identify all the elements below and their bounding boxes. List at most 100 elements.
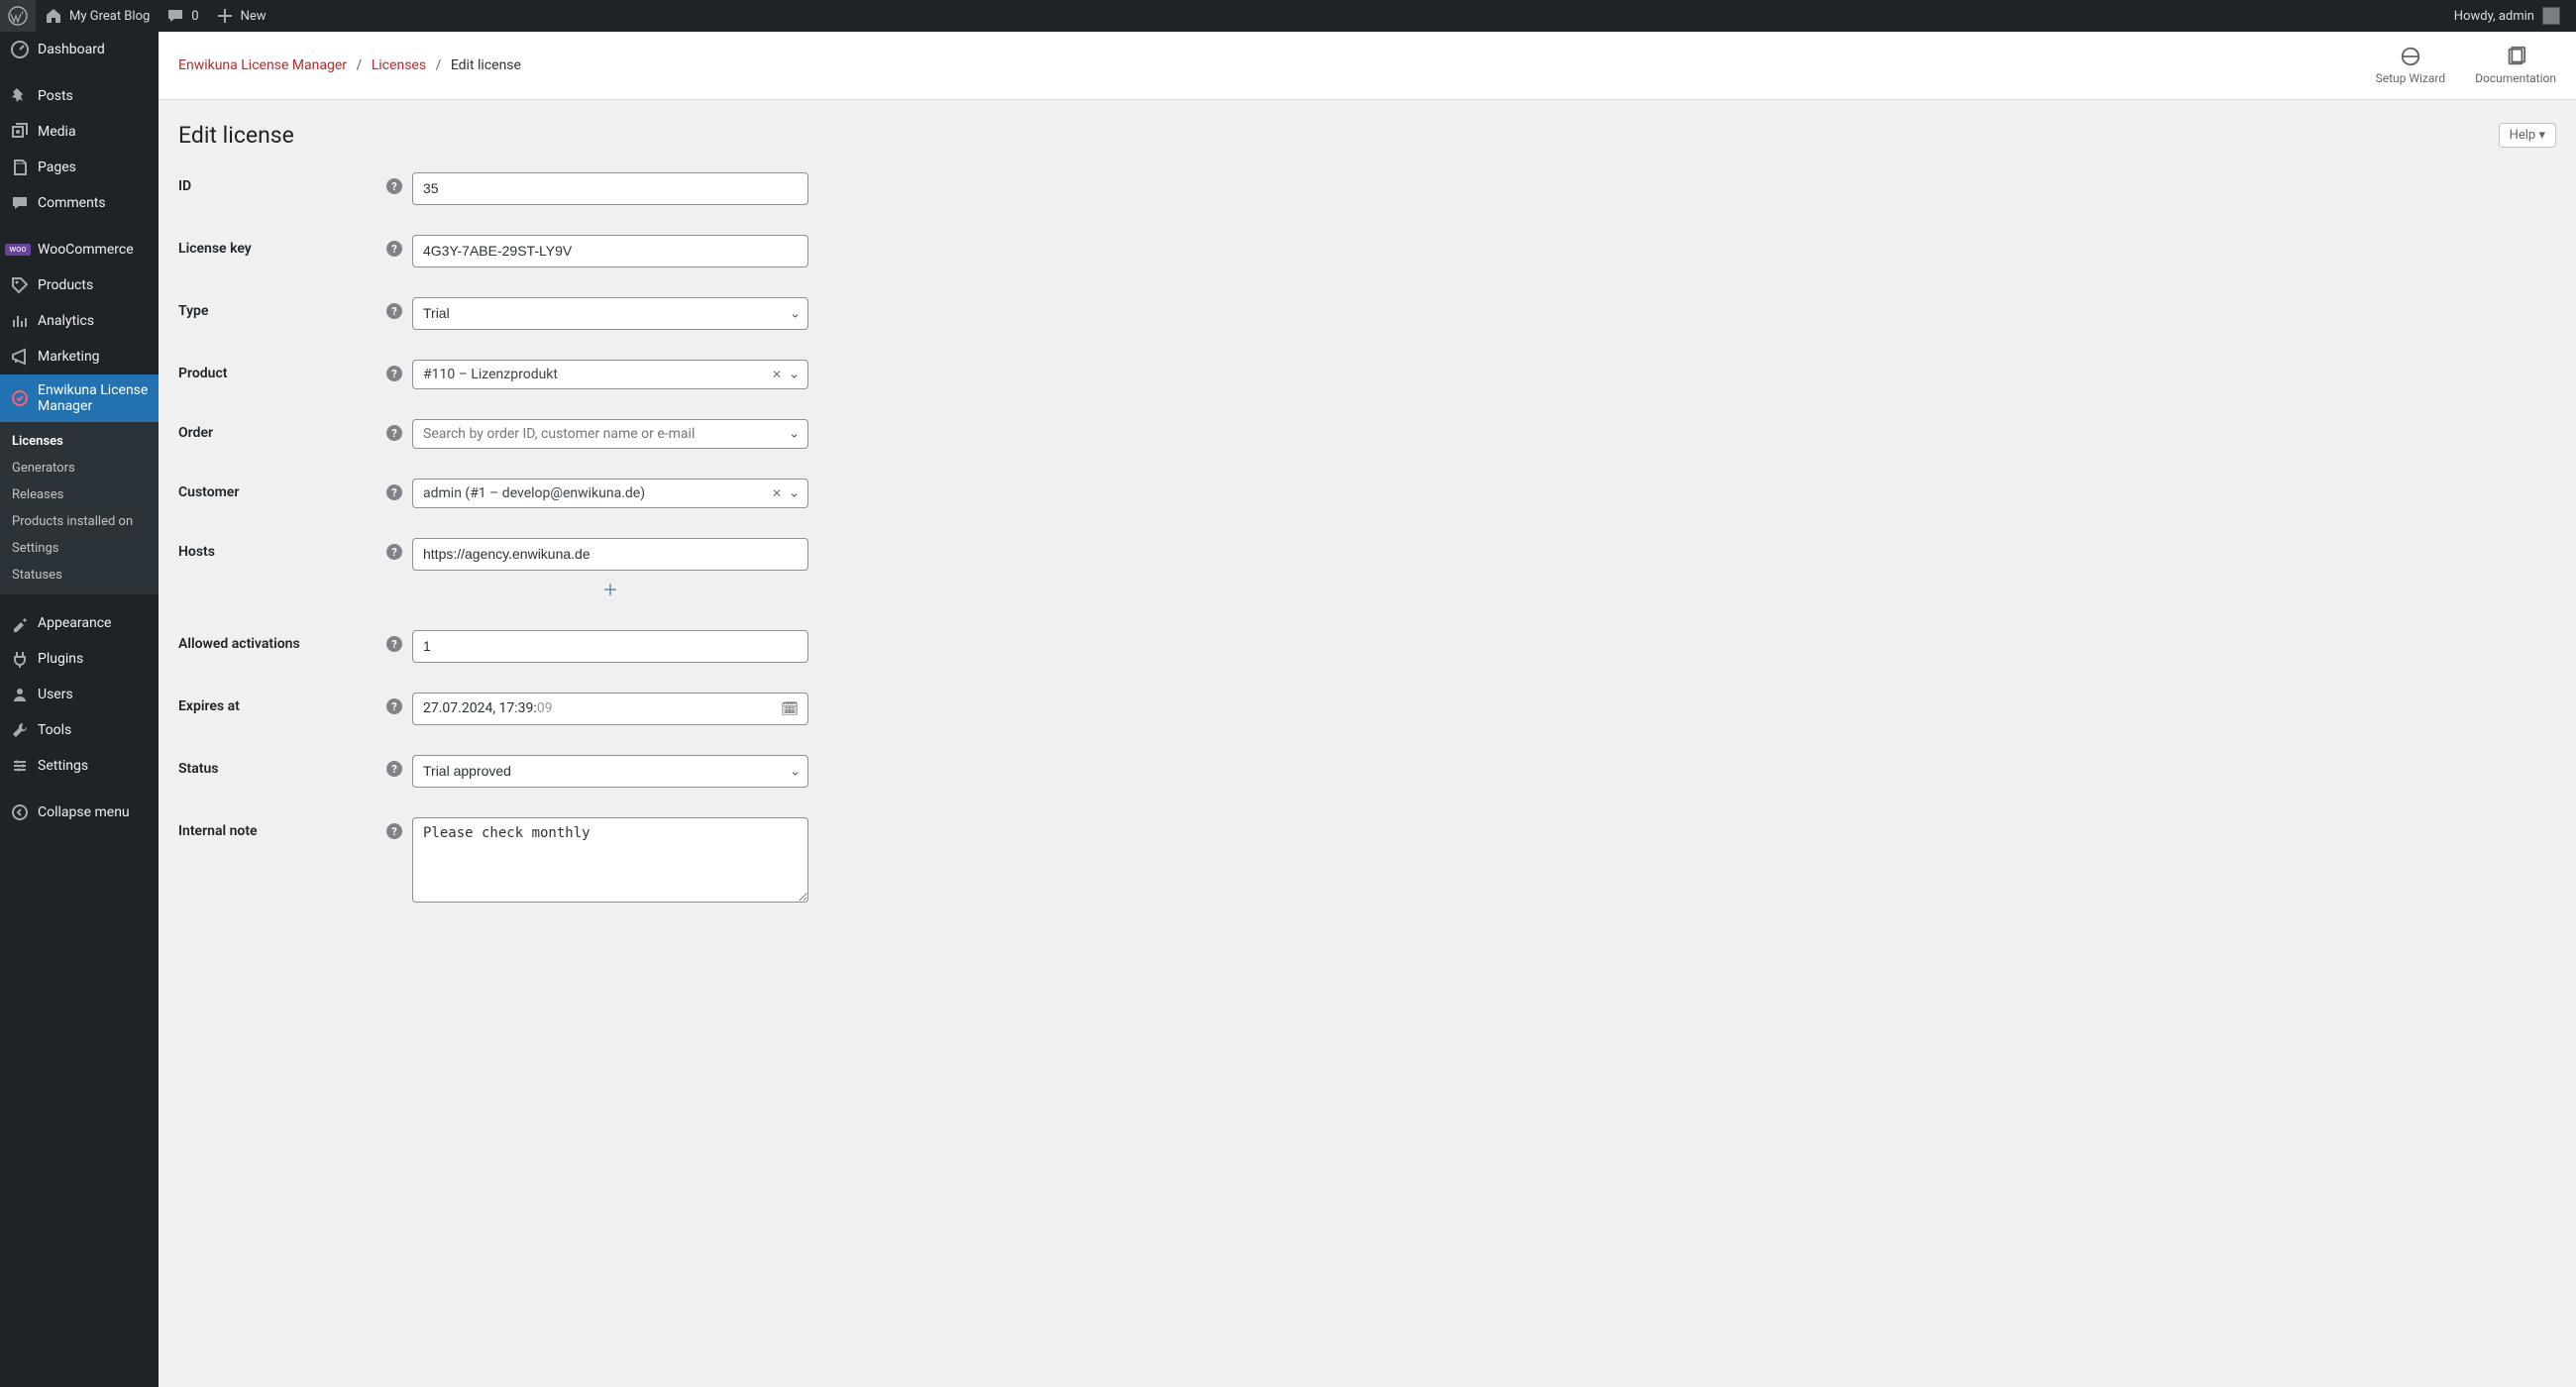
breadcrumb-link-licenses[interactable]: Licenses (372, 57, 426, 73)
help-icon[interactable]: ? (386, 484, 402, 500)
breadcrumb: Enwikuna License Manager / Licenses / Ed… (178, 57, 521, 73)
plugins-icon (10, 649, 30, 669)
woocommerce-icon: woo (10, 240, 30, 260)
account-link[interactable]: Howdy, admin (2446, 0, 2568, 32)
submenu-item-generators[interactable]: Generators (0, 455, 159, 481)
sidebar-submenu: Licenses Generators Releases Products in… (0, 422, 159, 594)
license-key-input[interactable] (412, 235, 808, 267)
label-expires-at: Expires at (178, 693, 386, 714)
sidebar-item-analytics[interactable]: Analytics (0, 303, 159, 339)
new-label: New (241, 9, 267, 24)
sidebar-item-dashboard[interactable]: Dashboard (0, 32, 159, 67)
help-icon[interactable]: ? (386, 303, 402, 319)
dashboard-icon (10, 40, 30, 59)
license-manager-icon (10, 388, 30, 408)
avatar (2542, 7, 2560, 25)
sidebar-label: Users (38, 687, 73, 702)
customer-select[interactable]: admin (#1 – develop@enwikuna.de) ✕ ⌄ (412, 479, 808, 508)
internal-note-textarea[interactable]: Please check monthly (412, 817, 808, 903)
settings-icon (10, 756, 30, 776)
sidebar-item-plugins[interactable]: Plugins (0, 641, 159, 677)
pin-icon (10, 86, 30, 106)
marketing-icon (10, 347, 30, 367)
sidebar-item-appearance[interactable]: Appearance (0, 605, 159, 641)
order-select[interactable]: Search by order ID, customer name or e-m… (412, 419, 808, 449)
help-icon[interactable]: ? (386, 178, 402, 194)
help-icon[interactable]: ? (386, 241, 402, 257)
chevron-down-icon: ▾ (2538, 128, 2545, 143)
sidebar-item-settings[interactable]: Settings (0, 748, 159, 784)
label-allowed-activations: Allowed activations (178, 630, 386, 652)
submenu-item-licenses[interactable]: Licenses (0, 428, 159, 455)
help-icon[interactable]: ? (386, 544, 402, 560)
type-select[interactable]: Trial (412, 297, 808, 330)
help-icon[interactable]: ? (386, 366, 402, 381)
sidebar-item-marketing[interactable]: Marketing (0, 339, 159, 374)
sidebar-label: Posts (38, 88, 73, 104)
site-name-link[interactable]: My Great Blog (36, 0, 158, 32)
documentation-icon (2505, 46, 2526, 67)
sidebar-label: Products (38, 277, 93, 293)
site-name-label: My Great Blog (69, 9, 150, 24)
documentation-label: Documentation (2475, 71, 2556, 85)
media-icon (10, 122, 30, 142)
label-hosts: Hosts (178, 538, 386, 560)
appearance-icon (10, 613, 30, 633)
submenu-item-statuses[interactable]: Statuses (0, 562, 159, 588)
sidebar-label: Analytics (38, 313, 94, 329)
breadcrumb-sep: / (351, 57, 369, 73)
home-icon (44, 6, 63, 26)
submenu-item-products-installed-on[interactable]: Products installed on (0, 508, 159, 535)
setup-wizard-link[interactable]: Setup Wizard (2376, 46, 2446, 85)
product-select[interactable]: #110 – Lizenzprodukt ✕ ⌄ (412, 360, 808, 389)
sidebar-item-tools[interactable]: Tools (0, 712, 159, 748)
new-content-link[interactable]: New (207, 0, 274, 32)
allowed-activations-input[interactable] (412, 630, 808, 663)
sidebar-item-users[interactable]: Users (0, 677, 159, 712)
label-status: Status (178, 755, 386, 777)
chevron-down-icon: ⌄ (789, 368, 800, 382)
expires-at-input[interactable]: 27.07.2024, 17:39:09 (412, 693, 808, 725)
sidebar-item-products[interactable]: Products (0, 267, 159, 303)
host-input[interactable] (412, 538, 808, 571)
submenu-item-releases[interactable]: Releases (0, 481, 159, 508)
sidebar-item-pages[interactable]: Pages (0, 150, 159, 185)
breadcrumb-sep: / (430, 57, 448, 73)
submenu-item-settings[interactable]: Settings (0, 535, 159, 562)
label-order: Order (178, 419, 386, 441)
sidebar-label: Tools (38, 722, 71, 738)
help-icon[interactable]: ? (386, 761, 402, 777)
documentation-link[interactable]: Documentation (2475, 46, 2556, 85)
setup-wizard-icon (2400, 46, 2421, 67)
sidebar-label: Enwikuna License Manager (38, 382, 149, 414)
comments-link[interactable]: 0 (158, 0, 206, 32)
status-select[interactable]: Trial approved (412, 755, 808, 788)
edit-license-form: ID ? License key ? Type ? (178, 172, 1169, 907)
admin-top-bar: My Great Blog 0 New Howdy, admin (0, 0, 2576, 32)
clear-icon[interactable]: ✕ (772, 486, 782, 500)
wordpress-logo-icon[interactable] (0, 0, 36, 32)
collapse-menu-button[interactable]: Collapse menu (0, 795, 159, 830)
products-icon (10, 275, 30, 295)
chevron-down-icon: ⌄ (789, 427, 800, 442)
help-icon[interactable]: ? (386, 823, 402, 839)
id-input[interactable] (412, 172, 808, 205)
help-icon[interactable]: ? (386, 425, 402, 441)
sidebar-item-media[interactable]: Media (0, 114, 159, 150)
sidebar-item-woocommerce[interactable]: woo WooCommerce (0, 232, 159, 267)
sidebar-item-license-manager[interactable]: Enwikuna License Manager (0, 374, 159, 422)
help-icon[interactable]: ? (386, 636, 402, 652)
sidebar-label: Settings (38, 758, 88, 774)
help-tab-button[interactable]: Help ▾ (2499, 123, 2556, 148)
comments-count: 0 (191, 9, 198, 24)
sidebar-item-posts[interactable]: Posts (0, 78, 159, 114)
help-icon[interactable]: ? (386, 698, 402, 714)
clear-icon[interactable]: ✕ (772, 368, 782, 381)
collapse-icon (10, 802, 30, 822)
label-license-key: License key (178, 235, 386, 257)
label-type: Type (178, 297, 386, 319)
breadcrumb-link-plugin[interactable]: Enwikuna License Manager (178, 57, 347, 73)
add-host-button[interactable]: ＋ (602, 581, 618, 599)
help-label: Help (2510, 128, 2536, 143)
sidebar-item-comments[interactable]: Comments (0, 185, 159, 221)
